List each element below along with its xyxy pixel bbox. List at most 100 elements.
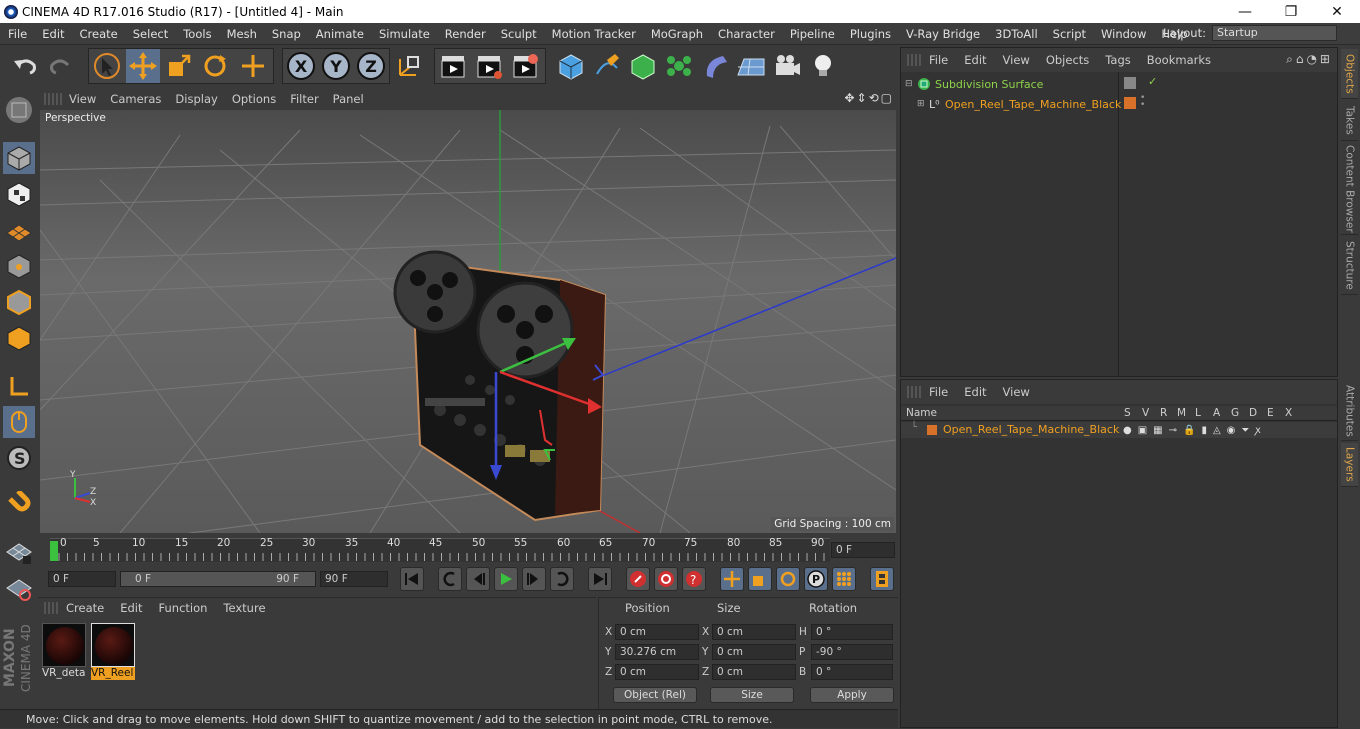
pos-z-field[interactable]: 0 cm xyxy=(615,664,699,680)
viewport-menu-display[interactable]: Display xyxy=(168,92,224,106)
recent-tool-button[interactable] xyxy=(236,49,270,83)
maximize-button[interactable]: ❐ xyxy=(1268,0,1314,23)
mograph-cloner-button[interactable] xyxy=(662,49,696,83)
objects-menu-objects[interactable]: Objects xyxy=(1038,53,1097,67)
move-tool-button[interactable] xyxy=(126,49,160,83)
menu-edit[interactable]: Edit xyxy=(34,27,71,41)
menu-create[interactable]: Create xyxy=(72,27,125,41)
menu-3dtoall[interactable]: 3DToAll xyxy=(987,27,1045,41)
keyframe-selection-button[interactable]: ? xyxy=(682,567,706,591)
x-axis-button[interactable]: X xyxy=(284,49,318,83)
apply-button[interactable]: Apply xyxy=(810,687,894,703)
scale-tool-button[interactable] xyxy=(162,49,196,83)
material-menu-texture[interactable]: Texture xyxy=(215,601,273,615)
menu-simulate[interactable]: Simulate xyxy=(371,27,437,41)
floor-button[interactable] xyxy=(734,49,768,83)
close-button[interactable]: ✕ xyxy=(1314,0,1360,23)
key-pla-button[interactable] xyxy=(832,567,856,591)
objects-menu-bookmarks[interactable]: Bookmarks xyxy=(1139,53,1219,67)
layers-menu-edit[interactable]: Edit xyxy=(956,385,994,399)
workplane-mode-button[interactable] xyxy=(3,214,35,246)
next-frame-button[interactable] xyxy=(522,567,546,591)
layers-menu-file[interactable]: File xyxy=(921,385,956,399)
tweak-mode-button[interactable] xyxy=(3,406,35,438)
undo-button[interactable] xyxy=(8,49,42,83)
timeline[interactable]: 0 5 10 15 20 25 30 35 40 45 50 55 60 65 … xyxy=(38,535,898,565)
menu-render[interactable]: Render xyxy=(437,27,493,41)
make-editable-button[interactable] xyxy=(3,94,35,126)
cube-object-button[interactable] xyxy=(554,49,588,83)
objects-menu-edit[interactable]: Edit xyxy=(956,53,994,67)
goto-end-button[interactable] xyxy=(588,567,612,591)
frame-range-slider[interactable]: 0 F 90 F xyxy=(120,571,316,587)
play-button[interactable] xyxy=(494,567,518,591)
size-mode-dropdown[interactable]: Size xyxy=(710,687,794,703)
menu-select[interactable]: Select xyxy=(125,27,175,41)
pen-spline-button[interactable] xyxy=(590,49,624,83)
menu-motion-tracker[interactable]: Motion Tracker xyxy=(544,27,643,41)
deformer-button[interactable] xyxy=(698,49,732,83)
pos-x-field[interactable]: 0 cm xyxy=(615,624,699,640)
menu-vray-bridge[interactable]: V-Ray Bridge xyxy=(898,27,987,41)
subdivision-button[interactable] xyxy=(626,49,660,83)
pos-y-field[interactable]: 30.276 cm xyxy=(615,644,699,660)
visibility-toggle-icon[interactable] xyxy=(1124,77,1136,89)
axis-mode-button[interactable] xyxy=(3,370,35,402)
texture-mode-button[interactable] xyxy=(3,178,35,210)
material-menu-function[interactable]: Function xyxy=(151,601,216,615)
menu-file[interactable]: File xyxy=(0,27,34,41)
tab-structure[interactable]: Structure xyxy=(1341,237,1358,295)
material-menu-edit[interactable]: Edit xyxy=(112,601,150,615)
tab-content-browser[interactable]: Content Browser xyxy=(1341,143,1358,235)
prev-frame-button[interactable] xyxy=(466,567,490,591)
rot-b-field[interactable]: 0 ° xyxy=(811,664,893,680)
coordinate-system-button[interactable] xyxy=(392,49,426,83)
objects-menu-view[interactable]: View xyxy=(995,53,1038,67)
menu-plugins[interactable]: Plugins xyxy=(842,27,898,41)
viewport-menu-options[interactable]: Options xyxy=(225,92,283,106)
object-row-tape-machine[interactable]: ⊞ L⁰ Open_Reel_Tape_Machine_Black xyxy=(917,96,1121,112)
menu-tools[interactable]: Tools xyxy=(175,27,218,41)
record-button[interactable] xyxy=(626,567,650,591)
light-button[interactable] xyxy=(806,49,840,83)
model-mode-button[interactable] xyxy=(3,142,35,174)
viewport-perspective[interactable]: Perspective Y Z X Grid Spacing : 100 cm xyxy=(40,110,896,533)
live-selection-button[interactable] xyxy=(90,49,124,83)
menu-mesh[interactable]: Mesh xyxy=(219,27,264,41)
object-row-subdivision[interactable]: ⊟ Subdivision Surface xyxy=(905,76,1043,92)
size-y-field[interactable]: 0 cm xyxy=(712,644,796,660)
edges-mode-button[interactable] xyxy=(3,286,35,318)
material-swatch-selected[interactable] xyxy=(91,623,135,667)
layer-color-icon[interactable] xyxy=(1124,97,1136,109)
viewport-menu-panel[interactable]: Panel xyxy=(326,92,371,106)
menu-script[interactable]: Script xyxy=(1045,27,1093,41)
current-frame-field[interactable]: 0 F xyxy=(831,542,895,558)
layers-menu-view[interactable]: View xyxy=(995,385,1038,399)
expand-icon[interactable]: ⊞ xyxy=(917,99,929,109)
goto-start-button[interactable] xyxy=(400,567,424,591)
z-axis-button[interactable]: Z xyxy=(354,49,388,83)
tab-objects[interactable]: Objects xyxy=(1341,49,1358,99)
autokey-button[interactable] xyxy=(654,567,678,591)
enabled-check-icon[interactable]: ✓ xyxy=(1148,75,1157,88)
menu-snap[interactable]: Snap xyxy=(264,27,308,41)
viewport-menu-filter[interactable]: Filter xyxy=(283,92,325,106)
minimize-button[interactable]: — xyxy=(1222,0,1268,23)
viewport-nav-icons[interactable]: ✥⇕⟲▢ xyxy=(844,91,894,105)
menu-mograph[interactable]: MoGraph xyxy=(643,27,710,41)
redo-button[interactable] xyxy=(44,49,78,83)
key-position-button[interactable] xyxy=(720,567,744,591)
material-menu-create[interactable]: Create xyxy=(58,601,112,615)
rot-p-field[interactable]: -90 ° xyxy=(811,644,893,660)
y-axis-button[interactable]: Y xyxy=(319,49,353,83)
viewport-menu-cameras[interactable]: Cameras xyxy=(103,92,168,106)
render-settings-button[interactable] xyxy=(508,49,542,83)
next-key-button[interactable] xyxy=(550,567,574,591)
size-z-field[interactable]: 0 cm xyxy=(712,664,796,680)
layer-toggle-icons[interactable]: ●▣▦⊸🔒▮◬◉⏷ꭗ xyxy=(1123,422,1267,436)
collapse-icon[interactable]: ⊟ xyxy=(905,79,917,89)
key-scale-button[interactable] xyxy=(748,567,772,591)
tab-takes[interactable]: Takes xyxy=(1341,101,1358,141)
rot-h-field[interactable]: 0 ° xyxy=(811,624,893,640)
prev-key-button[interactable] xyxy=(438,567,462,591)
